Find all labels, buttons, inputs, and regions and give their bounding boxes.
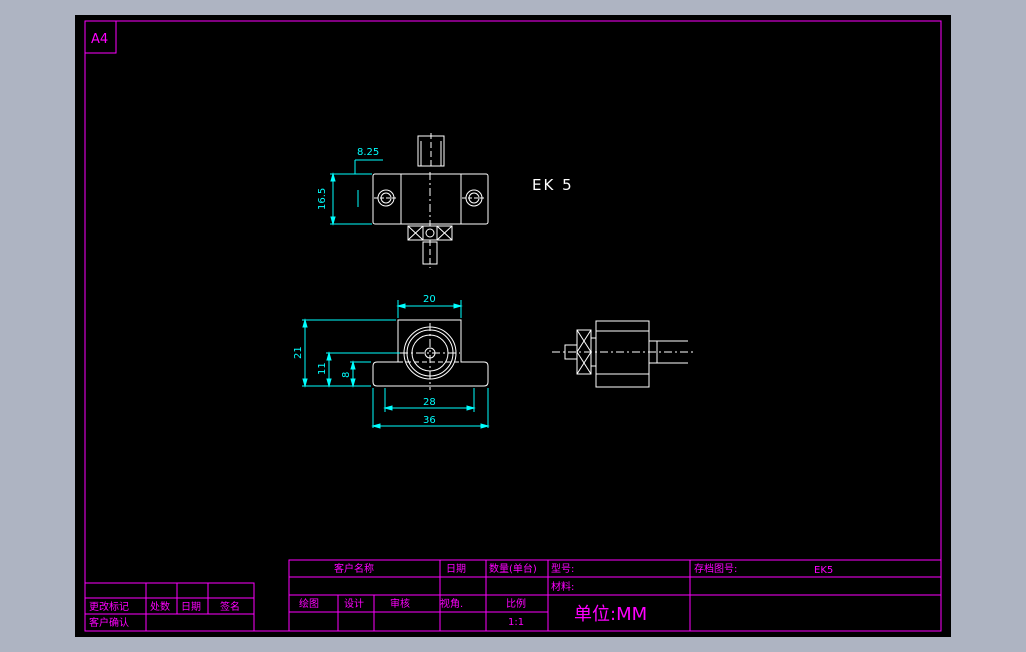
dim-20: 20 — [423, 294, 436, 305]
dim-11: 11 — [317, 362, 328, 375]
tb-archive-value: EK5 — [814, 565, 833, 576]
top-view-dimensions — [330, 159, 383, 226]
sheet-size-label: A4 — [91, 32, 108, 47]
dim-16-5: 16.5 — [317, 188, 328, 210]
rev-location: 处数 — [150, 600, 170, 613]
dim-8: 8 — [341, 372, 352, 378]
cad-drawing: A4 8.25 16.5 EK 5 20 28 36 21 11 8 更改标记 … — [84, 20, 942, 632]
rev-change-mark: 更改标记 — [89, 600, 129, 613]
rev-customer-confirm: 客户确认 — [89, 616, 129, 629]
tb-design: 设计 — [344, 597, 364, 610]
tb-review: 审核 — [390, 597, 410, 610]
dim-8-25: 8.25 — [357, 147, 379, 158]
dim-28: 28 — [423, 397, 436, 408]
tb-material: 材料: — [551, 580, 574, 593]
tb-model-no: 型号: — [551, 562, 574, 575]
side-view — [552, 320, 694, 388]
tb-unit: 单位:MM — [574, 604, 647, 625]
top-view — [372, 133, 489, 268]
dim-36: 36 — [423, 415, 436, 426]
tb-date: 日期 — [446, 563, 466, 575]
tb-scale-value: 1:1 — [508, 617, 524, 628]
front-view-dimensions — [302, 300, 490, 429]
tb-scale: 比例 — [506, 597, 526, 610]
tb-customer-name: 客户名称 — [334, 562, 374, 575]
sheet-frame — [84, 20, 942, 632]
rev-signature: 签名 — [220, 600, 240, 613]
part-label: EK 5 — [532, 176, 574, 194]
tb-archive-no: 存档图号: — [694, 562, 737, 575]
front-view — [372, 319, 489, 390]
rev-date: 日期 — [181, 601, 201, 613]
tb-drawing: 绘图 — [299, 597, 319, 610]
tb-quantity: 数量(单台) — [489, 562, 537, 575]
tb-view-angle: 视角. — [440, 597, 463, 610]
drawing-canvas: A4 8.25 16.5 EK 5 20 28 36 21 11 8 更改标记 … — [75, 15, 951, 637]
dim-21: 21 — [293, 346, 304, 359]
